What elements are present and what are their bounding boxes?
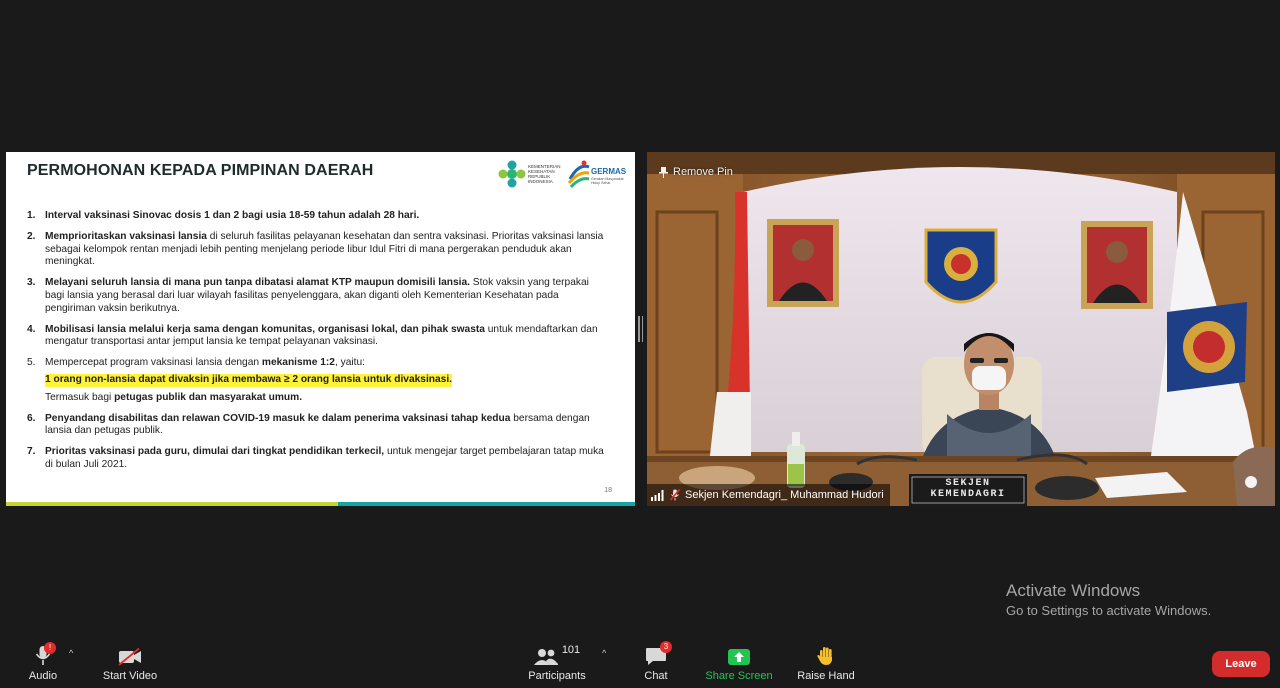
list-item: 4. Mobilisasi lansia melalui kerja sama …	[27, 324, 607, 350]
list-item: 3. Melayani seluruh lansia di mana pun t…	[27, 277, 607, 315]
pane-resize-handle[interactable]	[638, 316, 643, 342]
item-number: 4.	[27, 323, 36, 335]
item-text: , yaitu:	[334, 357, 365, 369]
item-bold-text: Mobilisasi lansia melalui kerja sama den…	[45, 323, 485, 335]
chat-unread-badge: 3	[660, 641, 672, 653]
leave-button[interactable]: Leave	[1212, 651, 1270, 677]
list-item: 2. Memprioritaskan vaksinasi lansia di s…	[27, 231, 607, 269]
audio-label: Audio	[28, 670, 58, 682]
watermark-subtitle: Go to Settings to activate Windows.	[1006, 603, 1212, 618]
audio-warning-badge: !	[44, 642, 56, 654]
item-text: Termasuk bagi	[45, 391, 115, 403]
item-bold-text: Melayani seluruh lansia di mana pun tanp…	[45, 277, 470, 289]
list-item: 7. Prioritas vaksinasi pada guru, dimula…	[27, 446, 607, 472]
start-video-button[interactable]: Start Video	[100, 642, 160, 682]
desk-sign-line1: SEKJEN	[945, 478, 991, 489]
pin-icon	[659, 166, 668, 178]
item-number: 6.	[27, 412, 36, 424]
muted-mic-icon	[670, 489, 680, 501]
item-text: Mempercepat program vaksinasi lansia den…	[45, 357, 262, 369]
share-screen-icon	[728, 649, 750, 665]
watermark-title: Activate Windows	[1006, 581, 1141, 600]
item-number: 7.	[27, 446, 36, 458]
slide-title: PERMOHONAN KEPADA PIMPINAN DAERAH	[27, 162, 374, 179]
participants-button[interactable]: 101 Participants	[526, 642, 588, 682]
item-number: 5.	[27, 357, 36, 369]
share-screen-label: Share Screen	[705, 670, 773, 682]
shared-slide: PERMOHONAN KEPADA PIMPINAN DAERAH KEMENT…	[6, 152, 635, 506]
signal-strength-icon	[651, 489, 664, 501]
slide-footer-bar-lime	[6, 502, 338, 506]
kemenkes-text-4: INDONESIA	[528, 179, 553, 184]
desk-name-sign: SEKJEN KEMENDAGRI	[909, 474, 1027, 506]
participants-icon	[533, 649, 558, 665]
list-item: 6. Penyandang disabilitas dan relawan CO…	[27, 413, 607, 439]
chat-button[interactable]: 3 Chat	[636, 641, 676, 682]
participant-name: Sekjen Kemendagri_ Muhammad Hudori	[685, 489, 884, 501]
germas-subtitle: Gerakan Masyarakat Hidup Sehat	[591, 177, 624, 185]
germas-logo: GERMAS Gerakan Masyarakat Hidup Sehat	[567, 157, 631, 191]
slide-page-number: 18	[604, 487, 612, 494]
item-bold-text: petugas publik dan masyarakat umum.	[114, 391, 303, 403]
item-number: 1.	[27, 210, 36, 221]
participant-name-bar: Sekjen Kemendagri_ Muhammad Hudori	[647, 484, 890, 506]
share-screen-button[interactable]: Share Screen	[703, 642, 775, 682]
remove-pin-label: Remove Pin	[673, 166, 733, 178]
participants-label: Participants	[528, 670, 586, 682]
slide-footer-bar-teal	[338, 502, 635, 506]
slide-list: 1. Interval vaksinasi Sinovac dosis 1 da…	[27, 210, 607, 480]
participant-video-tile[interactable]: SEKJEN KEMENDAGRI Remove Pin Sekjen Keme…	[647, 152, 1275, 506]
remove-pin-button[interactable]: Remove Pin	[659, 166, 733, 178]
raise-hand-icon	[817, 647, 832, 665]
item-bold-text: Penyandang disabilitas dan relawan COVID…	[45, 412, 511, 424]
participants-options-chevron-icon[interactable]: ^	[602, 648, 606, 658]
activate-windows-watermark: Activate Windows Go to Settings to activ…	[1006, 581, 1211, 620]
start-video-label: Start Video	[102, 670, 158, 682]
chat-label: Chat	[644, 670, 668, 682]
item-bold-text: Prioritas vaksinasi pada guru, dimulai d…	[45, 446, 385, 458]
item-bold-text: mekanisme 1:2	[261, 357, 335, 369]
item-bold-text: Memprioritaskan vaksinasi lansia	[45, 230, 207, 242]
item-number: 2.	[27, 230, 36, 242]
germas-word: GERMAS	[591, 167, 627, 176]
raise-hand-button[interactable]: Raise Hand	[796, 642, 856, 682]
item-number: 3.	[27, 277, 36, 289]
audio-button[interactable]: ! Audio	[23, 642, 63, 682]
participants-count: 101	[561, 644, 581, 656]
list-item: 5. Mempercepat program vaksinasi lansia …	[27, 357, 607, 404]
kemenkes-logo: KEMENTERIAN KESEHATAN REPUBLIK INDONESIA	[497, 157, 567, 191]
item-subtext: Termasuk bagi petugas publik dan masyara…	[45, 392, 607, 405]
desk-sign-line2: KEMENDAGRI	[930, 489, 1006, 500]
highlighted-text: 1 orang non-lansia dapat divaksin jika m…	[45, 373, 452, 387]
raise-hand-label: Raise Hand	[797, 670, 855, 682]
item-bold-text: Interval vaksinasi Sinovac dosis 1 dan 2…	[45, 210, 420, 221]
video-frame	[647, 152, 1275, 506]
video-off-icon	[118, 648, 141, 666]
audio-options-chevron-icon[interactable]: ^	[69, 648, 73, 658]
list-item: 1. Interval vaksinasi Sinovac dosis 1 da…	[27, 210, 607, 223]
